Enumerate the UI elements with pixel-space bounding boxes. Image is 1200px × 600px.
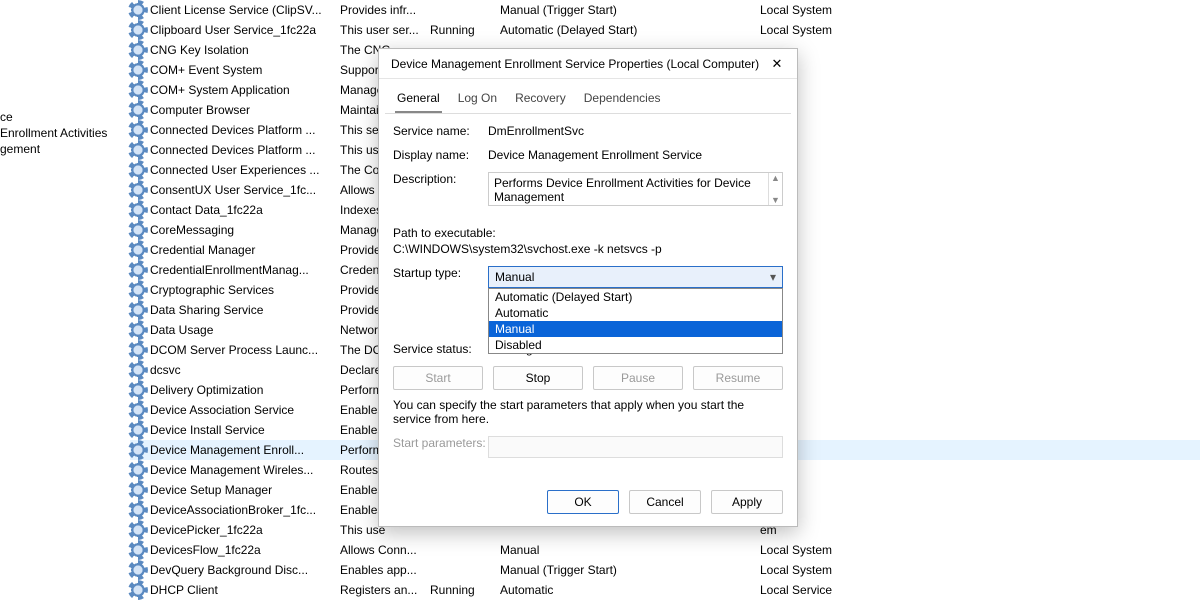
dialog-titlebar: Device Management Enrollment Service Pro… xyxy=(379,49,797,79)
gear-icon xyxy=(130,522,146,538)
resume-button[interactable]: Resume xyxy=(693,366,783,390)
dialog-title: Device Management Enrollment Service Pro… xyxy=(391,57,763,71)
list-item[interactable]: DevicesFlow_1fc22aAllows Conn...ManualLo… xyxy=(130,540,1200,560)
start-button[interactable]: Start xyxy=(393,366,483,390)
path-executable-value: C:\WINDOWS\system32\svchost.exe -k netsv… xyxy=(393,242,783,256)
gear-icon xyxy=(130,422,146,438)
gear-icon xyxy=(130,402,146,418)
gear-icon xyxy=(130,302,146,318)
pause-button[interactable]: Pause xyxy=(593,366,683,390)
gear-icon xyxy=(130,442,146,458)
display-name-value: Device Management Enrollment Service xyxy=(488,148,783,162)
gear-icon xyxy=(130,42,146,58)
gear-icon xyxy=(130,542,146,558)
startup-opt-disabled[interactable]: Disabled xyxy=(489,337,782,353)
startup-opt-auto[interactable]: Automatic xyxy=(489,305,782,321)
list-item[interactable]: DHCP ClientRegisters an...RunningAutomat… xyxy=(130,580,1200,600)
gear-icon xyxy=(130,322,146,338)
description-scrollbar[interactable]: ▲▼ xyxy=(768,173,782,205)
left-text-fragments: ce Enrollment Activities gement xyxy=(0,110,107,158)
gear-icon xyxy=(130,482,146,498)
startup-type-select[interactable]: Manual xyxy=(488,266,783,288)
gear-icon xyxy=(130,202,146,218)
gear-icon xyxy=(130,162,146,178)
service-name-value: DmEnrollmentSvc xyxy=(488,124,783,138)
gear-icon xyxy=(130,342,146,358)
gear-icon xyxy=(130,102,146,118)
gear-icon xyxy=(130,382,146,398)
tab-dependencies[interactable]: Dependencies xyxy=(582,85,663,113)
gear-icon xyxy=(130,502,146,518)
gear-icon xyxy=(130,182,146,198)
gear-icon xyxy=(130,222,146,238)
gear-icon xyxy=(130,362,146,378)
ok-button[interactable]: OK xyxy=(547,490,619,514)
gear-icon xyxy=(130,462,146,478)
list-item[interactable]: Client License Service (ClipSV...Provide… xyxy=(130,0,1200,20)
dialog-tabs: General Log On Recovery Dependencies xyxy=(385,79,791,114)
gear-icon xyxy=(130,22,146,38)
list-item[interactable]: Clipboard User Service_1fc22aThis user s… xyxy=(130,20,1200,40)
startup-opt-manual[interactable]: Manual xyxy=(489,321,782,337)
tab-recovery[interactable]: Recovery xyxy=(513,85,568,113)
description-box: Performs Device Enrollment Activities fo… xyxy=(488,172,783,206)
gear-icon xyxy=(130,282,146,298)
tab-logon[interactable]: Log On xyxy=(456,85,499,113)
gear-icon xyxy=(130,62,146,78)
gear-icon xyxy=(130,82,146,98)
apply-button[interactable]: Apply xyxy=(711,490,783,514)
startup-type-dropdown[interactable]: Automatic (Delayed Start) Automatic Manu… xyxy=(488,288,783,354)
gear-icon xyxy=(130,122,146,138)
gear-icon xyxy=(130,242,146,258)
tab-general[interactable]: General xyxy=(395,85,442,113)
close-icon[interactable]: ✕ xyxy=(763,53,791,75)
start-params-note: You can specify the start parameters tha… xyxy=(393,398,783,426)
gear-icon xyxy=(130,142,146,158)
startup-opt-auto-delayed[interactable]: Automatic (Delayed Start) xyxy=(489,289,782,305)
service-properties-dialog: Device Management Enrollment Service Pro… xyxy=(378,48,798,527)
stop-button[interactable]: Stop xyxy=(493,366,583,390)
list-item[interactable]: DevQuery Background Disc...Enables app..… xyxy=(130,560,1200,580)
gear-icon xyxy=(130,262,146,278)
gear-icon xyxy=(130,562,146,578)
gear-icon xyxy=(130,2,146,18)
start-parameters-input[interactable] xyxy=(488,436,783,458)
gear-icon xyxy=(130,582,146,598)
cancel-button[interactable]: Cancel xyxy=(629,490,701,514)
